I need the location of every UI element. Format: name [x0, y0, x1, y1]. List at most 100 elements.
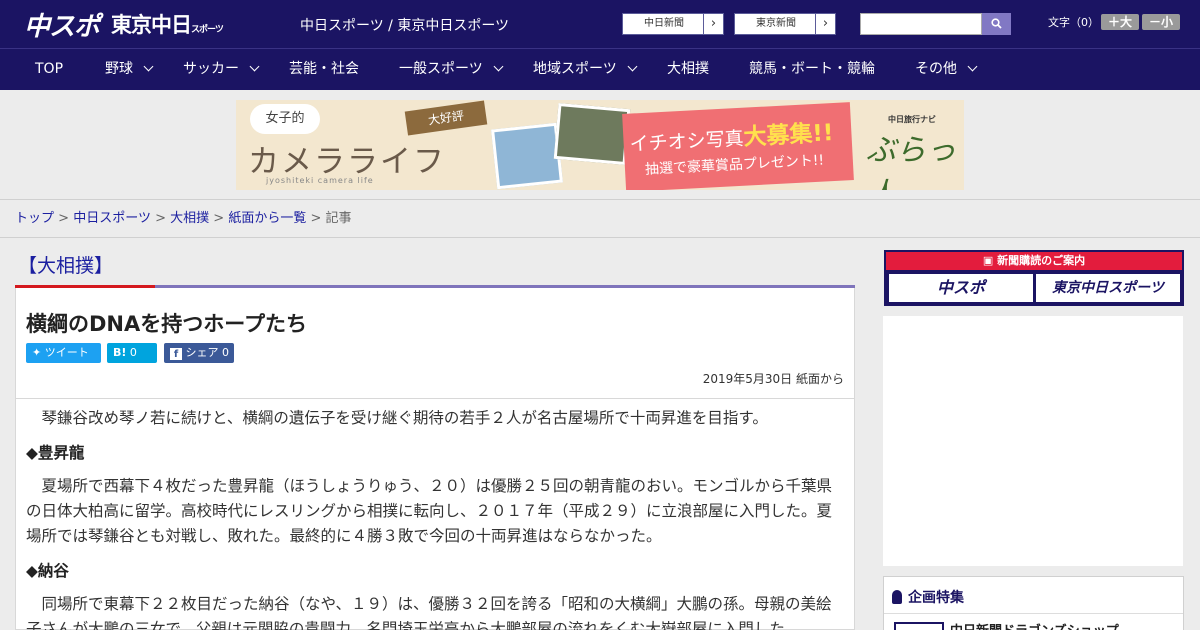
newspaper-icon: ▣	[982, 254, 994, 267]
article-subhead: ◆豊昇龍	[26, 444, 85, 462]
nav-item-local-sports[interactable]: 地域スポーツ	[533, 49, 638, 91]
nav-label: 野球	[105, 61, 133, 77]
main-nav: TOP 野球 サッカー 芸能・社会 一般スポーツ 地域スポーツ 大相撲 競馬・ボ…	[0, 48, 1200, 90]
search-input[interactable]	[860, 13, 982, 35]
nav-item-entertainment[interactable]: 芸能・社会	[289, 49, 359, 91]
tokyo-logo-small: スポーツ	[191, 25, 224, 35]
feature-header-label: 企画特集	[908, 590, 964, 606]
article: 横綱のDNAを持つホープたち ✦ ツイート B! 0 f シェア 0 2019年…	[15, 288, 855, 630]
nav-item-baseball[interactable]: 野球	[105, 49, 154, 91]
nav-item-soccer[interactable]: サッカー	[183, 49, 260, 91]
chunichi-shimbun-label: 中日新聞	[644, 18, 684, 29]
nav-label: 競馬・ボート・競輪	[749, 61, 875, 77]
nav-label: 芸能・社会	[289, 61, 359, 77]
sidebar-ad	[883, 316, 1183, 566]
nav-item-general-sports[interactable]: 一般スポーツ	[399, 49, 504, 91]
search-button[interactable]	[982, 13, 1011, 35]
nav-label: 地域スポーツ	[533, 61, 617, 77]
banner-title: カメラライフ	[248, 144, 446, 180]
twitter-icon: ✦	[32, 346, 42, 359]
breadcrumb-top[interactable]: トップ	[15, 211, 54, 226]
article-paragraph: 同場所で東幕下２２枚目だった納谷（なや、１９）は、優勝３２回を誇る「昭和の大横綱…	[26, 595, 832, 630]
facebook-share-button[interactable]: f シェア 0	[164, 343, 234, 363]
breadcrumb-sep: >	[310, 211, 322, 226]
nav-item-other[interactable]: その他	[915, 49, 978, 91]
banner-subtitle: jyoshiteki camera life	[266, 176, 374, 185]
article-divider	[16, 398, 854, 399]
banner-promo-em: 大募集!!	[742, 120, 835, 151]
subscribe-tokyo-chunichi-button[interactable]: 東京中日スポーツ	[1036, 274, 1180, 302]
font-size-label: 文字（0）	[1048, 16, 1099, 29]
chevron-down-icon	[493, 61, 504, 72]
chevron-right-icon: ›	[703, 14, 723, 34]
nav-item-racing[interactable]: 競馬・ボート・競輪	[749, 49, 875, 91]
tokyo-logo-text: 東京中日	[111, 13, 192, 37]
article-subhead: ◆納谷	[26, 562, 69, 580]
nav-label: TOP	[35, 61, 64, 77]
site-header: 中スポ 東京中日スポーツ 中日スポーツ / 東京中日スポーツ 中日新聞 › 東京新…	[0, 0, 1200, 48]
nav-item-top[interactable]: TOP	[35, 49, 63, 91]
tokyo-chunichi-logo[interactable]: 東京中日スポーツ	[111, 9, 224, 39]
nav-item-sumo[interactable]: 大相撲	[667, 49, 709, 91]
breadcrumb: トップ > 中日スポーツ > 大相撲 > 紙面から一覧 > 記事	[0, 200, 1200, 238]
article-date: 2019年5月30日 紙面から	[702, 372, 844, 386]
chevron-right-icon: ›	[815, 14, 835, 34]
feature-item-title[interactable]: 中日新聞ドラゴンズショップ	[950, 620, 1119, 630]
article-body: 琴鎌谷改め琴ノ若に続けと、横綱の遺伝子を受け継ぐ期待の若手２人が名古屋場所で十両…	[26, 406, 846, 630]
article-title: 横綱のDNAを持つホープたち	[26, 312, 307, 336]
font-smaller-button[interactable]: －小	[1142, 14, 1180, 30]
chevron-down-icon	[967, 61, 978, 72]
breadcrumb-chunichi-sports[interactable]: 中日スポーツ	[73, 211, 151, 226]
breadcrumb-current: 記事	[325, 211, 352, 226]
chuspo-logo[interactable]: 中スポ	[24, 6, 100, 43]
feature-box: 企画特集 中日新聞ドラゴンズショップ	[883, 576, 1184, 630]
chunichi-shimbun-button[interactable]: 中日新聞 ›	[622, 13, 724, 35]
tokyo-shimbun-label: 東京新聞	[756, 18, 796, 29]
banner-navi-small: 中日旅行ナビ	[888, 115, 936, 124]
article-category: 【大相撲】	[18, 255, 114, 277]
banner-promo-prefix: イチオシ写真	[629, 127, 745, 156]
subscription-header: ▣ 新聞購読のご案内	[886, 252, 1182, 270]
chevron-down-icon	[143, 61, 154, 72]
banner-navi: 中日旅行ナビ ぶらっ人	[866, 114, 956, 190]
banner-tag: 大好評	[404, 100, 488, 136]
breadcrumb-sep: >	[58, 211, 70, 226]
facebook-icon: f	[170, 348, 182, 360]
banner-circle-text: 女子的	[250, 104, 320, 134]
nav-label: 大相撲	[667, 61, 709, 77]
chevron-down-icon	[627, 61, 638, 72]
nav-label: その他	[915, 61, 957, 77]
banner-area: 女子的 カメラライフ jyoshiteki camera life 大好評 イチ…	[0, 90, 1200, 200]
font-bigger-button[interactable]: ＋大	[1101, 14, 1139, 30]
breadcrumb-sep: >	[213, 211, 225, 226]
tweet-label: ツイート	[44, 346, 89, 359]
article-lead: 琴鎌谷改め琴ノ若に続けと、横綱の遺伝子を受け継ぐ期待の若手２人が名古屋場所で十両…	[41, 409, 768, 427]
tokyo-shimbun-button[interactable]: 東京新聞 ›	[734, 13, 836, 35]
subscription-header-label: 新聞購読のご案内	[997, 254, 1086, 267]
subscription-box: ▣ 新聞購読のご案内 中スポ 東京中日スポーツ	[884, 250, 1184, 306]
nav-label: 一般スポーツ	[399, 61, 483, 77]
nav-label: サッカー	[183, 61, 239, 77]
breadcrumb-paper-list[interactable]: 紙面から一覧	[228, 211, 306, 226]
banner-promo: イチオシ写真大募集!! 抽選で豪華賞品プレゼント!!	[622, 102, 854, 190]
banner-photo	[491, 122, 563, 190]
camera-life-banner[interactable]: 女子的 カメラライフ jyoshiteki camera life 大好評 イチ…	[236, 100, 964, 190]
breadcrumb-sumo[interactable]: 大相撲	[170, 211, 209, 226]
feature-thumbnail[interactable]	[894, 622, 944, 630]
breadcrumb-sep: >	[155, 211, 166, 226]
search-icon	[991, 18, 1002, 29]
feature-header: 企画特集	[892, 587, 964, 607]
banner-navi-title: ぶらっ人	[866, 133, 956, 190]
facebook-share-label: シェア	[185, 346, 219, 359]
hatena-count: 0	[129, 346, 137, 359]
subscribe-chuspo-button[interactable]: 中スポ	[889, 274, 1033, 302]
tweet-button[interactable]: ✦ ツイート	[26, 343, 101, 363]
chevron-down-icon	[249, 61, 260, 72]
article-paragraph: 夏場所で西幕下４枚だった豊昇龍（ほうしょうりゅう、２０）は優勝２５回の朝青龍のお…	[26, 477, 833, 545]
site-name: 中日スポーツ / 東京中日スポーツ	[300, 18, 510, 34]
facebook-share-count: 0	[222, 346, 229, 359]
hatena-icon: B!	[113, 346, 127, 359]
hatena-button[interactable]: B! 0	[107, 343, 157, 363]
feature-divider	[884, 613, 1183, 614]
banner-photo	[553, 102, 631, 166]
